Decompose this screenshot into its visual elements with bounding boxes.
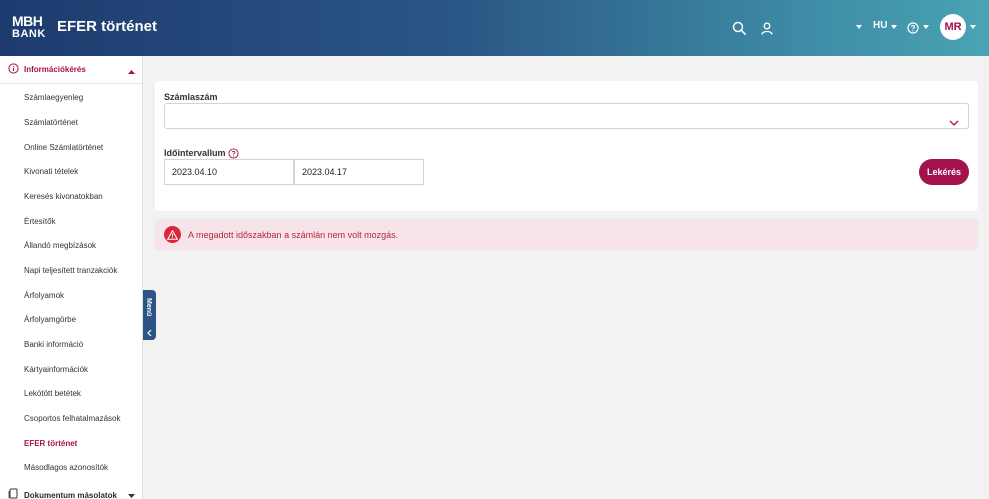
mbh-bank-logo[interactable]: MBH BANK (12, 14, 46, 40)
sidebar-item[interactable]: Lekötött betétek (24, 389, 81, 398)
alert-message: A megadott időszakban a számlán nem volt… (188, 230, 399, 240)
search-icon[interactable] (728, 17, 750, 39)
sidebar-section-information[interactable]: Információkérés (0, 56, 143, 84)
avatar-caret[interactable] (970, 25, 976, 29)
warning-icon (164, 226, 181, 243)
language-label: HU (873, 20, 888, 31)
sidebar-section-label: Információkérés (24, 65, 86, 74)
date-from-input[interactable]: 2023.04.10 (164, 159, 294, 185)
sidebar-item[interactable]: Kivonati tételek (24, 167, 78, 176)
chevron-down-icon (949, 113, 959, 131)
page-title: EFER történet (57, 18, 158, 35)
sidebar-item[interactable]: Állandó megbízások (24, 241, 96, 250)
date-from-value: 2023.04.10 (172, 167, 218, 177)
sidebar-item[interactable]: Árfolyamgörbe (24, 315, 76, 324)
sidebar-item[interactable]: Értesítők (24, 217, 56, 226)
document-icon (8, 486, 19, 499)
submit-query-button[interactable]: Lekérés (919, 159, 969, 185)
logo-line2: BANK (12, 28, 46, 40)
sidebar: Információkérés Számlaegyenleg Számlatör… (0, 56, 143, 499)
account-number-select[interactable] (164, 103, 969, 129)
language-selector[interactable]: HU (873, 20, 887, 31)
sidebar-item-active[interactable]: EFER történet (24, 439, 77, 448)
avatar[interactable]: MR (940, 14, 966, 40)
sidebar-item[interactable]: Kártyainformációk (24, 365, 88, 374)
account-number-label: Számlaszám (164, 92, 218, 102)
avatar-initials: MR (944, 21, 962, 33)
sidebar-section-documents[interactable]: Dokumentum másolatok (0, 481, 143, 499)
account-dropdown-caret[interactable] (856, 25, 862, 29)
sidebar-item[interactable]: Csoportos felhatalmazások (24, 414, 121, 423)
sidebar-item[interactable]: Másodlagos azonosítók (24, 463, 108, 472)
info-icon (8, 61, 19, 79)
menu-tab-label: Menü (145, 298, 152, 317)
sidebar-item[interactable]: Árfolyamok (24, 291, 64, 300)
menu-toggle-tab[interactable]: Menü (143, 290, 156, 340)
date-to-input[interactable]: 2023.04.17 (294, 159, 424, 185)
help-icon[interactable] (902, 17, 924, 39)
sidebar-item[interactable]: Online Számlatörténet (24, 143, 103, 152)
top-header: MBH BANK EFER történet HU MR (0, 0, 989, 56)
submit-query-label: Lekérés (926, 167, 962, 177)
chevron-down-icon (128, 486, 135, 499)
sidebar-item[interactable]: Számlatörténet (24, 118, 78, 127)
help-caret[interactable] (923, 25, 929, 29)
logo-line1: MBH (12, 13, 43, 29)
sidebar-item[interactable]: Banki információ (24, 340, 83, 349)
sidebar-item[interactable]: Napi teljesített tranzakciók (24, 266, 117, 275)
query-form-card: Számlaszám Időintervallum 2023.04.10 202… (155, 81, 978, 211)
sidebar-item[interactable]: Keresés kivonatokban (24, 192, 103, 201)
no-transactions-alert: A megadott időszakban a számlán nem volt… (155, 219, 978, 250)
sidebar-section-label: Dokumentum másolatok (24, 490, 117, 499)
chevron-left-icon (146, 324, 153, 342)
chevron-up-icon (128, 61, 135, 79)
time-interval-label: Időintervallum (164, 148, 226, 158)
language-caret[interactable] (891, 25, 897, 29)
sidebar-item[interactable]: Számlaegyenleg (24, 93, 83, 102)
user-icon[interactable] (756, 17, 778, 39)
date-to-value: 2023.04.17 (302, 167, 348, 177)
